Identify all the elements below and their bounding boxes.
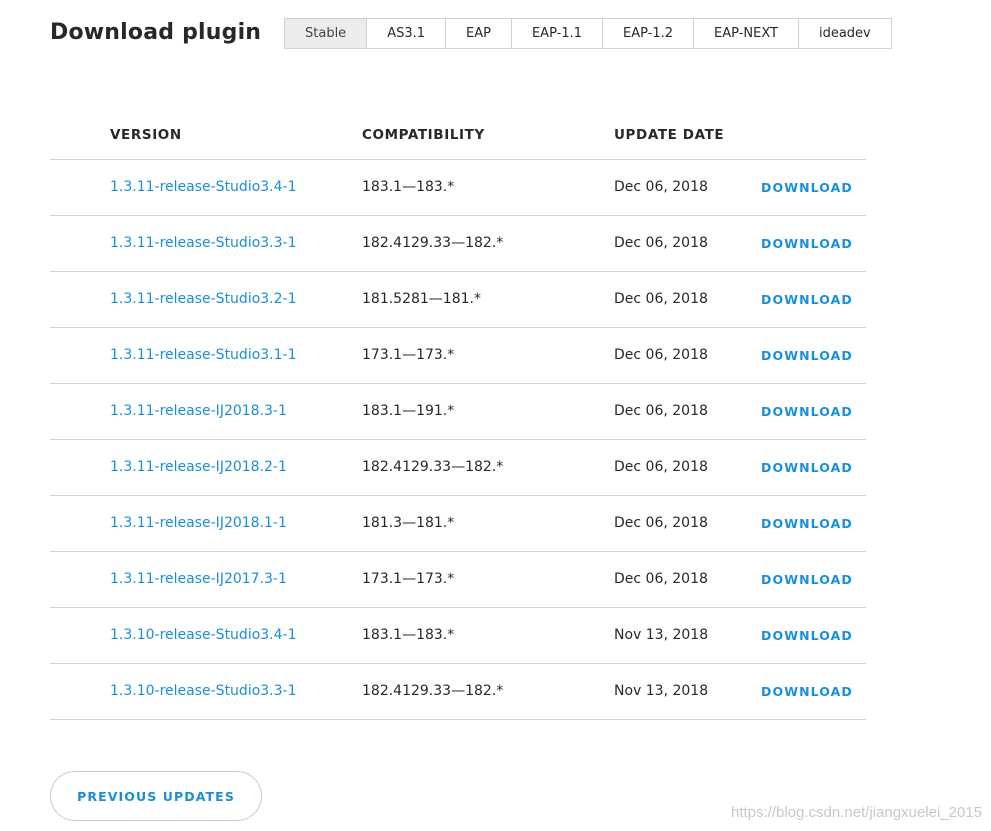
download-button[interactable]: DOWNLOAD	[761, 460, 853, 475]
version-link[interactable]: 1.3.11-release-Studio3.1-1	[110, 347, 297, 363]
compatibility-range: 173.1—173.*	[362, 571, 455, 587]
table-row: 1.3.11-release-IJ2018.3-1 183.1—191.* De…	[50, 384, 866, 440]
table-row: 1.3.10-release-Studio3.4-1 183.1—183.* N…	[50, 608, 866, 664]
tab-ideadev[interactable]: ideadev	[799, 19, 891, 48]
download-button[interactable]: DOWNLOAD	[761, 404, 853, 419]
download-button[interactable]: DOWNLOAD	[761, 684, 853, 699]
download-button[interactable]: DOWNLOAD	[761, 236, 853, 251]
compatibility-range: 181.3—181.*	[362, 515, 455, 531]
compatibility-range: 173.1—173.*	[362, 347, 455, 363]
version-link[interactable]: 1.3.11-release-Studio3.4-1	[110, 179, 297, 195]
compatibility-range: 183.1—183.*	[362, 179, 455, 195]
tab-as3-1[interactable]: AS3.1	[367, 19, 447, 48]
table-row: 1.3.11-release-Studio3.2-1 181.5281—181.…	[50, 272, 866, 328]
version-link[interactable]: 1.3.10-release-Studio3.4-1	[110, 627, 297, 643]
page-title: Download plugin	[50, 20, 262, 45]
watermark: https://blog.csdn.net/jiangxuelei_2015	[730, 804, 982, 821]
tab-eap-1-2[interactable]: EAP-1.2	[603, 19, 695, 48]
version-link[interactable]: 1.3.11-release-IJ2018.3-1	[110, 403, 287, 419]
compatibility-range: 182.4129.33—182.*	[362, 459, 504, 475]
table-row: 1.3.11-release-Studio3.4-1 183.1—183.* D…	[50, 160, 866, 216]
compatibility-range: 182.4129.33—182.*	[362, 235, 504, 251]
column-header-version: VERSION	[110, 127, 182, 143]
compatibility-range: 182.4129.33—182.*	[362, 683, 504, 699]
table-row: 1.3.11-release-IJ2018.2-1 182.4129.33—18…	[50, 440, 866, 496]
update-date: Dec 06, 2018	[614, 459, 708, 475]
version-link[interactable]: 1.3.10-release-Studio3.3-1	[110, 683, 297, 699]
tab-eap-1-1[interactable]: EAP-1.1	[512, 19, 603, 48]
column-header-compatibility: COMPATIBILITY	[362, 127, 485, 143]
table-row: 1.3.11-release-Studio3.3-1 182.4129.33—1…	[50, 216, 866, 272]
versions-table: VERSION COMPATIBILITY UPDATE DATE 1.3.11…	[50, 112, 866, 720]
table-header: VERSION COMPATIBILITY UPDATE DATE	[50, 112, 866, 160]
compatibility-range: 183.1—183.*	[362, 627, 455, 643]
download-button[interactable]: DOWNLOAD	[761, 292, 853, 307]
table-row: 1.3.10-release-Studio3.3-1 182.4129.33—1…	[50, 664, 866, 720]
update-date: Dec 06, 2018	[614, 179, 708, 195]
table-row: 1.3.11-release-IJ2018.1-1 181.3—181.* De…	[50, 496, 866, 552]
update-date: Dec 06, 2018	[614, 403, 708, 419]
version-link[interactable]: 1.3.11-release-Studio3.2-1	[110, 291, 297, 307]
update-date: Dec 06, 2018	[614, 515, 708, 531]
version-link[interactable]: 1.3.11-release-IJ2018.2-1	[110, 459, 287, 475]
version-link[interactable]: 1.3.11-release-IJ2018.1-1	[110, 515, 287, 531]
table-row: 1.3.11-release-Studio3.1-1 173.1—173.* D…	[50, 328, 866, 384]
update-date: Dec 06, 2018	[614, 347, 708, 363]
update-date: Dec 06, 2018	[614, 235, 708, 251]
update-date: Dec 06, 2018	[614, 571, 708, 587]
download-button[interactable]: DOWNLOAD	[761, 516, 853, 531]
tab-stable[interactable]: Stable	[285, 19, 368, 48]
tab-eap[interactable]: EAP	[446, 19, 512, 48]
tab-eap-next[interactable]: EAP-NEXT	[694, 19, 799, 48]
channel-tabs: Stable AS3.1 EAP EAP-1.1 EAP-1.2 EAP-NEX…	[284, 18, 892, 49]
download-button[interactable]: DOWNLOAD	[761, 180, 853, 195]
download-button[interactable]: DOWNLOAD	[761, 572, 853, 587]
compatibility-range: 183.1—191.*	[362, 403, 455, 419]
previous-updates-button[interactable]: PREVIOUS UPDATES	[50, 771, 262, 821]
version-link[interactable]: 1.3.11-release-IJ2017.3-1	[110, 571, 287, 587]
table-row: 1.3.11-release-IJ2017.3-1 173.1—173.* De…	[50, 552, 866, 608]
version-link[interactable]: 1.3.11-release-Studio3.3-1	[110, 235, 297, 251]
download-button[interactable]: DOWNLOAD	[761, 348, 853, 363]
download-button[interactable]: DOWNLOAD	[761, 628, 853, 643]
update-date: Nov 13, 2018	[614, 683, 709, 699]
update-date: Dec 06, 2018	[614, 291, 708, 307]
update-date: Nov 13, 2018	[614, 627, 709, 643]
column-header-update-date: UPDATE DATE	[614, 127, 725, 143]
compatibility-range: 181.5281—181.*	[362, 291, 481, 307]
